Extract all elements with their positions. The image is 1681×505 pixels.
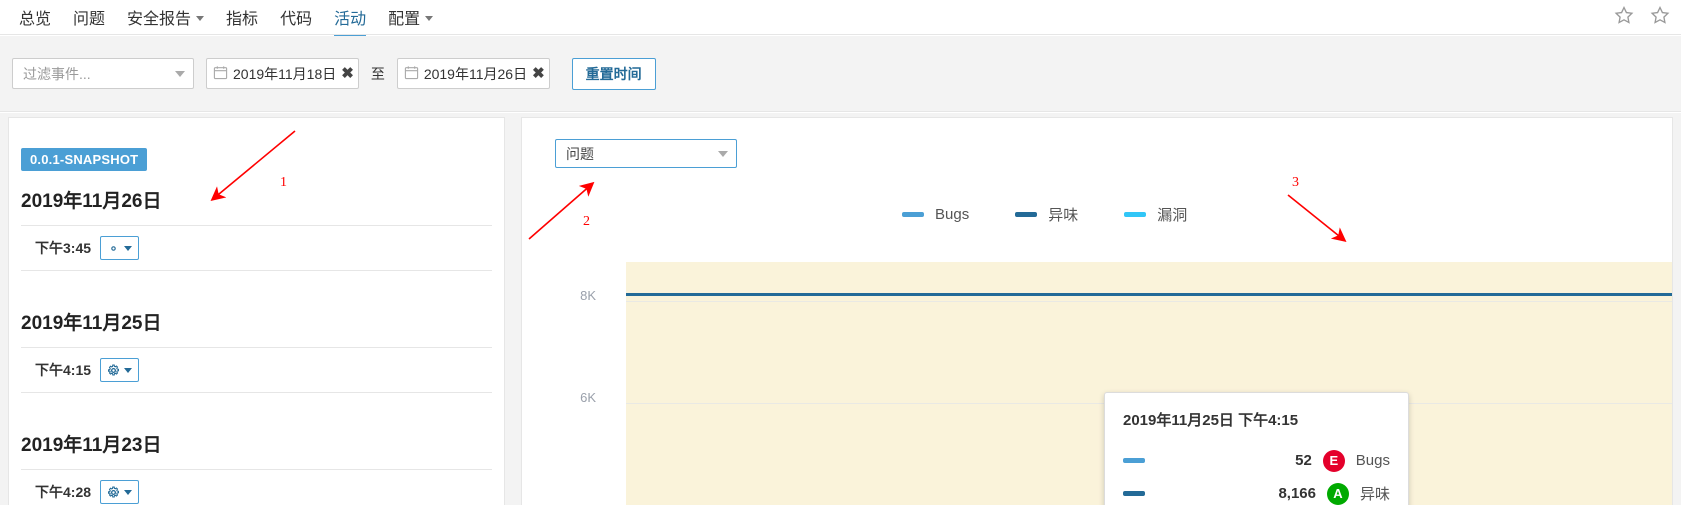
nav-item-label: 总览 (19, 11, 52, 28)
event-date-heading: 2019年11月25日 (21, 313, 162, 334)
legend-item-code-smells[interactable]: 异味 (1015, 204, 1078, 225)
chevron-down-icon (124, 245, 133, 251)
list-item[interactable]: 下午4:15 (21, 347, 492, 393)
nav-item-label: 代码 (280, 11, 313, 28)
rating-badge: A (1326, 482, 1349, 505)
event-filter-select[interactable]: 过滤事件... (12, 58, 194, 89)
clear-date-to-icon[interactable]: ✖ (532, 66, 545, 81)
chevron-down-icon (124, 367, 133, 373)
tooltip-title: 2019年11月25日 下午4:15 (1123, 412, 1299, 429)
clear-date-from-icon[interactable]: ✖ (341, 66, 354, 81)
nav-item-measures[interactable]: 指标 (215, 0, 269, 38)
date-from-value: 2019年11月18日 (233, 65, 337, 82)
legend-label: 异味 (1048, 207, 1079, 224)
y-axis-tick: 6K (580, 390, 596, 405)
chevron-down-icon (175, 70, 185, 77)
tooltip-value: 8,166 (1278, 485, 1316, 502)
annotation-number-2: 2 (583, 214, 590, 229)
metric-select-value: 问题 (566, 145, 594, 162)
calendar-icon (404, 65, 419, 83)
chart-legend: Bugs 异味 漏洞 (902, 204, 1187, 225)
nav-item-issues[interactable]: 问题 (62, 0, 116, 38)
event-actions-button[interactable] (100, 480, 140, 504)
main-navigation: 总览 问题 安全报告 指标 代码 活动 配置 (0, 0, 1681, 38)
tooltip-swatch (1123, 491, 1145, 496)
tooltip-swatch (1123, 458, 1145, 463)
metric-select[interactable]: 问题 (555, 139, 737, 168)
tooltip-row-code-smells: 8,166 A 异味 (1123, 477, 1390, 505)
chart-tooltip: 2019年11月25日 下午4:15 52 E Bugs 8,166 A 异味 … (1104, 392, 1409, 505)
gridline (626, 301, 1672, 302)
y-axis-tick: 8K (580, 288, 596, 303)
nav-item-label: 活动 (334, 11, 367, 28)
list-item[interactable]: 下午4:28 (21, 469, 492, 505)
nav-item-activity[interactable]: 活动 (323, 0, 377, 38)
chevron-down-icon (124, 489, 133, 495)
tooltip-value: 52 (1295, 452, 1312, 469)
tooltip-label: Bugs (1355, 452, 1390, 469)
activity-graph-panel: 问题 Bugs 异味 漏洞 8K 6K (521, 117, 1673, 505)
list-item[interactable]: 下午3:45 (21, 225, 492, 271)
legend-swatch (1124, 212, 1147, 217)
home-outline-icon[interactable] (1647, 2, 1673, 28)
date-to-value: 2019年11月26日 (423, 65, 528, 82)
nav-item-overview[interactable]: 总览 (8, 0, 62, 38)
date-to-field[interactable]: 2019年11月26日 ✖ (396, 58, 550, 89)
version-badge: 0.0.1-SNAPSHOT (21, 148, 148, 171)
nav-item-settings[interactable]: 配置 (377, 0, 444, 38)
nav-right-actions (1611, 2, 1673, 28)
annotation-number-1: 1 (280, 175, 287, 190)
gear-icon (108, 486, 120, 497)
tooltip-row-bugs: 52 E Bugs (1123, 444, 1390, 477)
gear-icon (111, 245, 116, 251)
chart-plot-area[interactable]: 8K 6K (522, 248, 1672, 505)
rating-badge: E (1322, 449, 1345, 472)
event-time: 下午4:28 (35, 484, 92, 500)
legend-item-vulnerabilities[interactable]: 漏洞 (1124, 204, 1187, 225)
reset-time-label: 重置时间 (585, 65, 642, 82)
nav-item-label: 安全报告 (127, 11, 192, 28)
activity-page: 总览 问题 安全报告 指标 代码 活动 配置 过滤事件... 2019年11月1… (0, 0, 1681, 505)
activity-event-list: 0.0.1-SNAPSHOT 2019年11月26日 下午3:45 2019年1… (8, 117, 505, 505)
nav-item-label: 指标 (226, 11, 259, 28)
legend-label: 漏洞 (1157, 207, 1188, 224)
nav-item-label: 问题 (73, 11, 106, 28)
tooltip-label: 异味 (1359, 486, 1390, 503)
event-date-heading: 2019年11月23日 (21, 435, 162, 456)
series-line-code-smells (626, 293, 1672, 296)
event-actions-button[interactable] (100, 236, 140, 260)
event-actions-button[interactable] (100, 358, 140, 382)
legend-item-bugs[interactable]: Bugs (902, 206, 969, 223)
gear-icon (108, 364, 120, 375)
date-from-field[interactable]: 2019年11月18日 ✖ (206, 58, 359, 89)
event-time: 下午3:45 (35, 240, 92, 256)
nav-item-code[interactable]: 代码 (269, 0, 323, 38)
nav-item-label: 配置 (388, 11, 421, 28)
legend-swatch (1015, 212, 1038, 217)
event-date-heading: 2019年11月26日 (21, 191, 162, 212)
main-content: 0.0.1-SNAPSHOT 2019年11月26日 下午3:45 2019年1… (0, 113, 1681, 505)
date-range-separator: 至 (370, 65, 385, 82)
filter-toolbar: 过滤事件... 2019年11月18日 ✖ 至 2019年11月26日 ✖ 重置… (0, 36, 1681, 112)
chevron-down-icon (425, 15, 434, 21)
event-time: 下午4:15 (35, 362, 92, 378)
chevron-down-icon (196, 15, 205, 21)
nav-item-security-reports[interactable]: 安全报告 (116, 0, 215, 38)
legend-swatch (902, 212, 924, 217)
calendar-icon (213, 65, 228, 83)
annotation-number-3: 3 (1292, 175, 1299, 190)
event-filter-placeholder: 过滤事件... (23, 65, 91, 82)
chevron-down-icon (718, 150, 728, 157)
legend-label: Bugs (935, 206, 970, 223)
star-outline-icon[interactable] (1611, 2, 1637, 28)
reset-time-button[interactable]: 重置时间 (571, 57, 656, 90)
